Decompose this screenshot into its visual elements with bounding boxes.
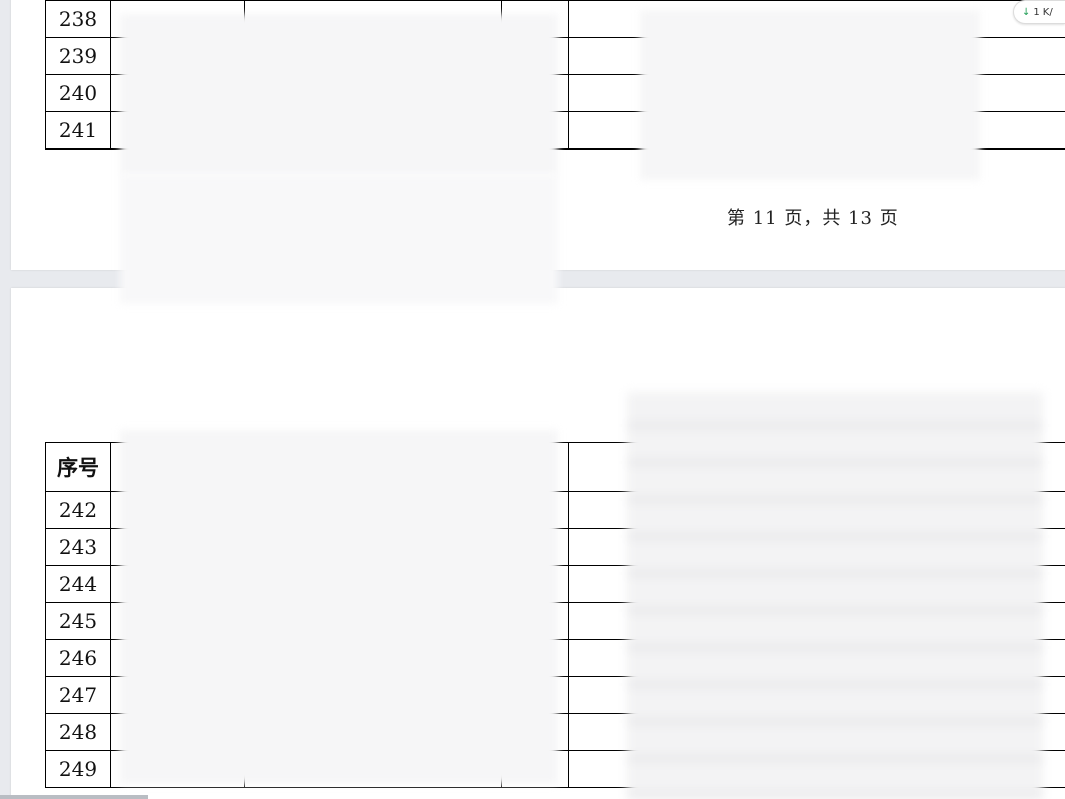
redacted-region-left-top xyxy=(120,14,558,174)
row-index: 240 xyxy=(45,74,111,112)
redacted-region-right-bottom xyxy=(627,392,1043,799)
page-number-footer: 第 11 页，共 13 页 xyxy=(727,208,899,229)
row-index: 241 xyxy=(45,111,111,150)
row-index: 239 xyxy=(45,37,111,75)
download-suffix: K/ xyxy=(1042,6,1053,18)
download-count: 1 xyxy=(1033,6,1040,18)
row-index: 247 xyxy=(45,676,111,714)
download-indicator[interactable]: ↓ 1 K/ xyxy=(1013,0,1065,24)
row-index: 245 xyxy=(45,602,111,640)
down-arrow-icon: ↓ xyxy=(1022,6,1031,18)
document-viewport[interactable]: 238 239 240 241 第 11 页，共 13 页 序号 242 243… xyxy=(0,0,1065,799)
redacted-region-left-mid xyxy=(120,174,558,304)
redacted-region-right-top xyxy=(640,10,980,180)
row-index: 238 xyxy=(45,0,111,38)
row-index: 246 xyxy=(45,639,111,677)
row-index: 242 xyxy=(45,491,111,529)
header-index-label: 序号 xyxy=(45,442,111,492)
row-index: 244 xyxy=(45,565,111,603)
horizontal-scrollbar[interactable] xyxy=(0,795,148,799)
row-index: 243 xyxy=(45,528,111,566)
row-index: 248 xyxy=(45,713,111,751)
redacted-region-left-bottom xyxy=(120,430,558,784)
row-index: 249 xyxy=(45,750,111,788)
